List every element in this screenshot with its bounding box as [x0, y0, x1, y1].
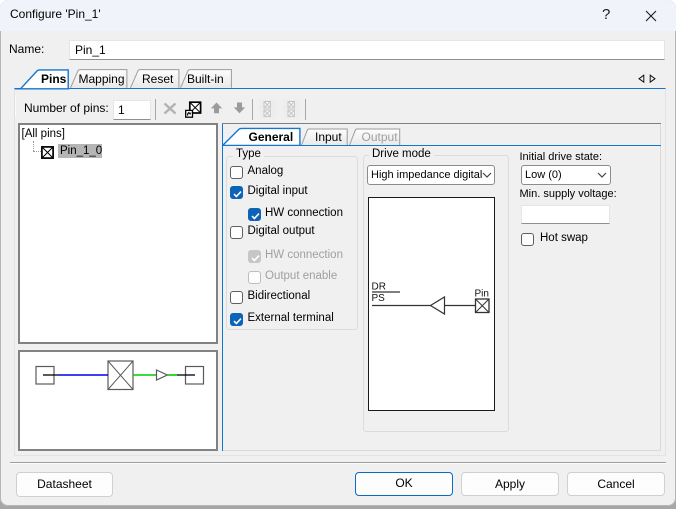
svg-text:DR: DR: [372, 282, 386, 293]
svg-text:Pin: Pin: [475, 289, 489, 300]
svg-text:PS: PS: [372, 293, 386, 304]
